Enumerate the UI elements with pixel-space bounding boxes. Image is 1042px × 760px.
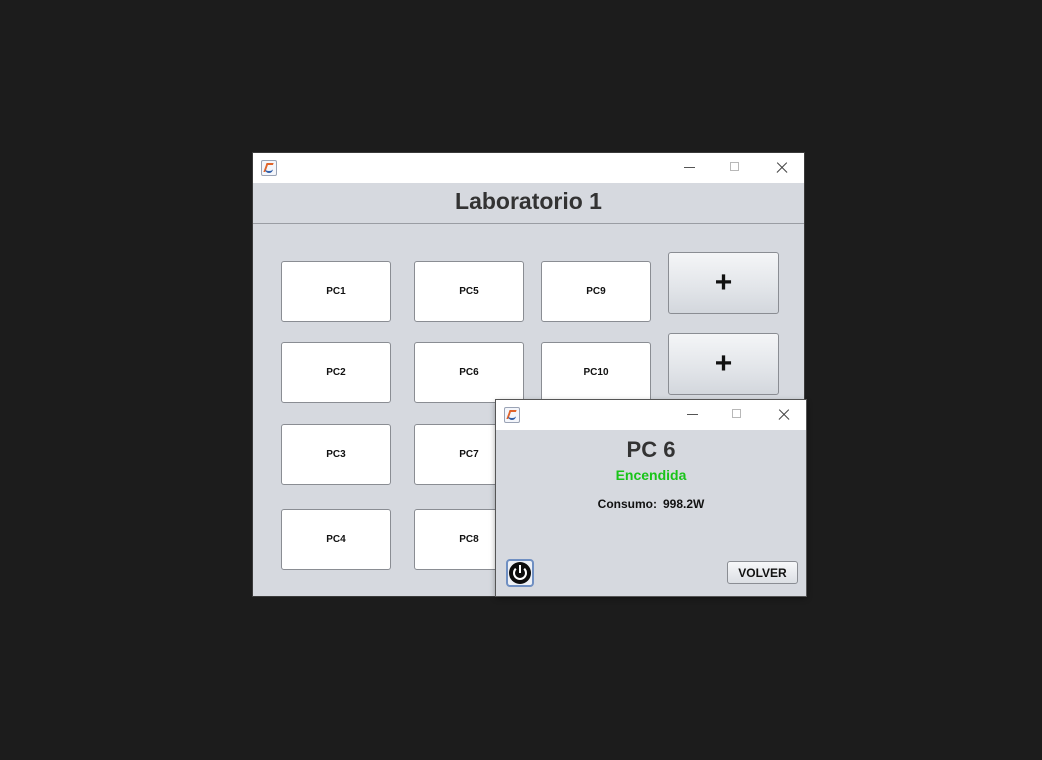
- title-separator: [253, 223, 804, 224]
- close-icon[interactable]: [759, 153, 805, 183]
- add-pc-button-2[interactable]: +: [668, 333, 779, 395]
- pc1-button[interactable]: PC1: [281, 261, 391, 322]
- pc3-button[interactable]: PC3: [281, 424, 391, 485]
- consumo-label: Consumo:: [597, 497, 657, 511]
- minimize-icon[interactable]: [670, 400, 716, 430]
- consumo-row: Consumo: 998.2W: [496, 497, 806, 511]
- pc4-button[interactable]: PC4: [281, 509, 391, 570]
- power-button[interactable]: [506, 559, 534, 587]
- pc-status: Encendida: [615, 467, 687, 483]
- minimize-icon[interactable]: [667, 153, 713, 183]
- lab-window-titlebar[interactable]: [253, 153, 804, 183]
- lab-title: Laboratorio 1: [455, 188, 602, 214]
- java-app-icon: [504, 407, 520, 423]
- pc6-button[interactable]: PC6: [414, 342, 524, 403]
- java-app-icon: [261, 160, 277, 176]
- maximize-icon[interactable]: [715, 400, 761, 430]
- pc9-button[interactable]: PC9: [541, 261, 651, 322]
- pc2-button[interactable]: PC2: [281, 342, 391, 403]
- add-pc-button[interactable]: +: [668, 252, 779, 314]
- volver-button[interactable]: VOLVER: [727, 561, 798, 584]
- consumo-value: 998.2W: [662, 497, 705, 511]
- close-icon[interactable]: [761, 400, 807, 430]
- pc5-button[interactable]: PC5: [414, 261, 524, 322]
- pc10-button[interactable]: PC10: [541, 342, 651, 403]
- pc-detail-window: PC 6 Encendida Consumo: 998.2W VOLVER: [496, 400, 806, 596]
- power-icon: [509, 562, 531, 584]
- pc-name: PC 6: [626, 437, 676, 462]
- pc-detail-titlebar[interactable]: [496, 400, 806, 430]
- maximize-icon[interactable]: [713, 153, 759, 183]
